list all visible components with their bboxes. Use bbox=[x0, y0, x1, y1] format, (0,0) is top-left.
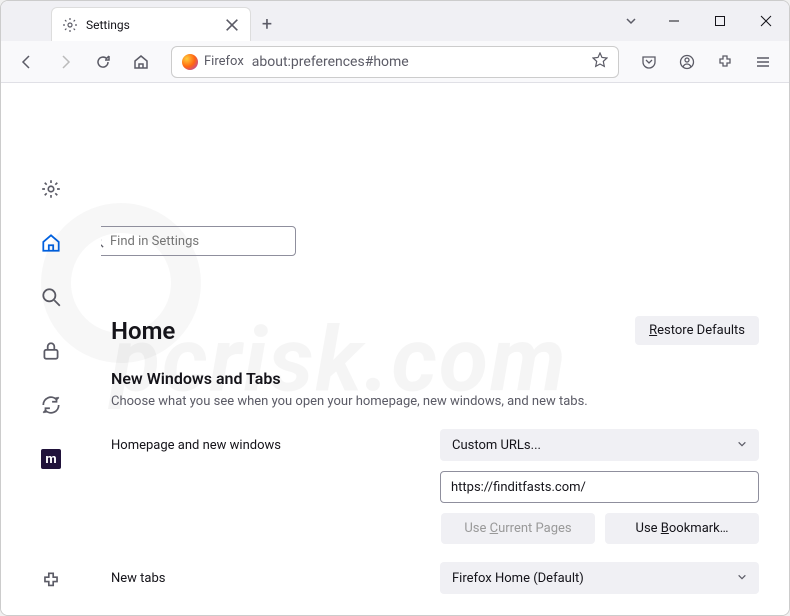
tab-label: Settings bbox=[86, 18, 216, 32]
section-new-windows-title: New Windows and Tabs bbox=[111, 369, 759, 388]
pocket-button[interactable] bbox=[633, 46, 665, 78]
section-new-windows-desc: Choose what you see when you open your h… bbox=[111, 394, 759, 409]
identity-label: Firefox bbox=[204, 54, 244, 69]
restore-defaults-button[interactable]: Restore Defaults bbox=[635, 316, 759, 345]
homepage-dropdown-value: Custom URLs... bbox=[452, 438, 541, 453]
window-close-button[interactable] bbox=[743, 1, 789, 41]
mozilla-icon: m bbox=[41, 449, 61, 469]
maximize-button[interactable] bbox=[697, 1, 743, 41]
main-panel: pcrisk.com Home Restore Defaults New Win… bbox=[101, 83, 789, 616]
tab-overflow-button[interactable] bbox=[611, 1, 651, 41]
window-controls bbox=[651, 1, 789, 41]
sidebar-item-more[interactable]: m bbox=[35, 443, 67, 475]
close-icon[interactable] bbox=[224, 17, 240, 33]
minimize-button[interactable] bbox=[651, 1, 697, 41]
firefox-icon bbox=[182, 54, 198, 70]
newtabs-dropdown-value: Firefox Home (Default) bbox=[452, 571, 584, 586]
sidebar-item-general[interactable] bbox=[35, 173, 67, 205]
extensions-button[interactable] bbox=[709, 46, 741, 78]
titlebar: Settings + bbox=[1, 1, 789, 41]
sidebar-item-extensions[interactable] bbox=[35, 565, 67, 597]
chevron-down-icon bbox=[737, 571, 747, 586]
search-icon bbox=[101, 234, 104, 248]
homepage-url-input[interactable] bbox=[440, 471, 759, 503]
newtabs-dropdown[interactable]: Firefox Home (Default) bbox=[440, 562, 759, 594]
new-tab-button[interactable]: + bbox=[251, 7, 283, 41]
homepage-dropdown[interactable]: Custom URLs... bbox=[440, 429, 759, 461]
menu-button[interactable] bbox=[747, 46, 779, 78]
settings-search-input[interactable] bbox=[110, 234, 287, 249]
sidebar-item-search[interactable] bbox=[35, 281, 67, 313]
account-button[interactable] bbox=[671, 46, 703, 78]
newtabs-label: New tabs bbox=[111, 571, 420, 586]
browser-window: Settings + Firefox about:preferences#hom… bbox=[0, 0, 790, 616]
settings-search[interactable] bbox=[101, 226, 296, 256]
forward-button[interactable] bbox=[49, 46, 81, 78]
sidebar-item-home[interactable] bbox=[35, 227, 67, 259]
bookmark-star-icon[interactable] bbox=[592, 52, 608, 72]
back-button[interactable] bbox=[11, 46, 43, 78]
page-title: Home bbox=[111, 317, 175, 345]
sidebar-item-sync[interactable] bbox=[35, 389, 67, 421]
homepage-label: Homepage and new windows bbox=[111, 438, 420, 453]
url-text: about:preferences#home bbox=[252, 54, 584, 70]
sidebar: m bbox=[1, 83, 101, 616]
toolbar: Firefox about:preferences#home bbox=[1, 41, 789, 83]
gear-icon bbox=[62, 17, 78, 33]
home-button[interactable] bbox=[125, 46, 157, 78]
content-area: m pcrisk.com Home Restore Defaults New W… bbox=[1, 83, 789, 616]
sidebar-item-privacy[interactable] bbox=[35, 335, 67, 367]
use-current-pages-button[interactable]: Use Current Pages bbox=[441, 513, 595, 544]
tab-settings[interactable]: Settings bbox=[51, 7, 251, 41]
use-bookmark-button[interactable]: Use Bookmark… bbox=[605, 513, 759, 544]
identity-box[interactable]: Firefox bbox=[182, 54, 244, 70]
reload-button[interactable] bbox=[87, 46, 119, 78]
url-bar[interactable]: Firefox about:preferences#home bbox=[171, 46, 619, 78]
chevron-down-icon bbox=[737, 438, 747, 453]
